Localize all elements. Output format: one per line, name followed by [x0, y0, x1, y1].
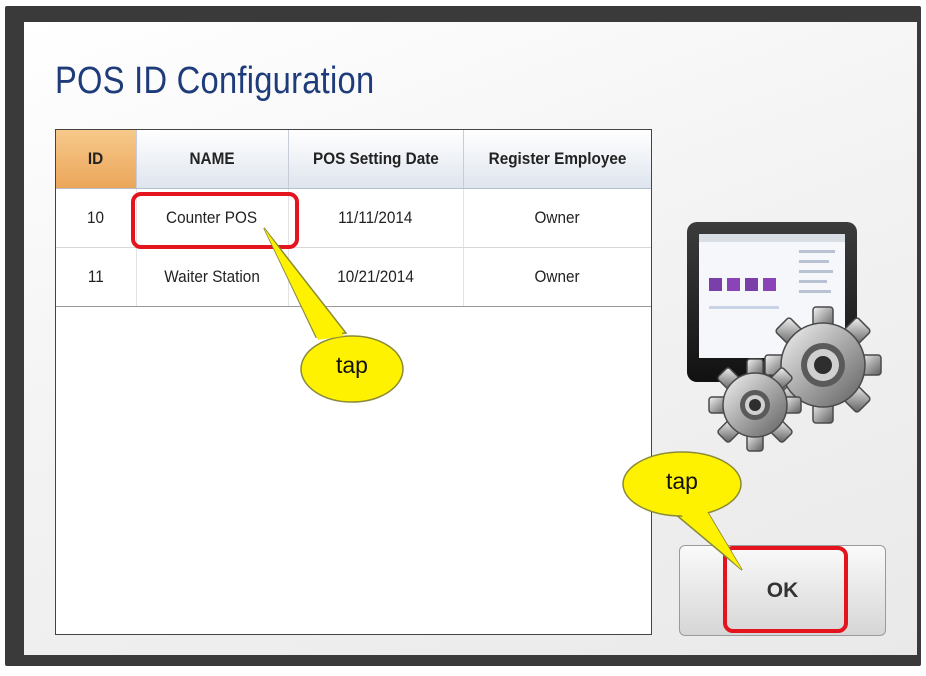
cell-employee[interactable]: Owner — [463, 247, 651, 307]
pos-tablet-gears-icon — [687, 222, 882, 452]
column-header-date[interactable]: POS Setting Date — [288, 130, 464, 189]
column-header-id[interactable]: ID — [56, 130, 137, 189]
column-header-employee[interactable]: Register Employee — [463, 130, 651, 189]
cell-employee[interactable]: Owner — [463, 188, 651, 248]
cell-id[interactable]: 10 — [56, 188, 137, 248]
tap-label: tap — [666, 468, 698, 494]
highlight-counter-pos — [131, 192, 299, 249]
cell-name[interactable]: Waiter Station — [136, 247, 289, 307]
table-header-row: ID NAME POS Setting Date Register Employ… — [56, 130, 651, 189]
cell-id[interactable]: 11 — [56, 247, 137, 307]
cell-date[interactable]: 11/11/2014 — [288, 188, 464, 248]
dialog-title: POS ID Configuration — [55, 60, 375, 102]
table-divider — [56, 306, 651, 307]
column-header-name[interactable]: NAME — [136, 130, 289, 189]
highlight-ok-button — [723, 546, 848, 633]
cell-date[interactable]: 10/21/2014 — [288, 247, 464, 307]
table-row[interactable]: 11 Waiter Station 10/21/2014 Owner — [56, 247, 651, 307]
tap-label: tap — [336, 352, 368, 378]
